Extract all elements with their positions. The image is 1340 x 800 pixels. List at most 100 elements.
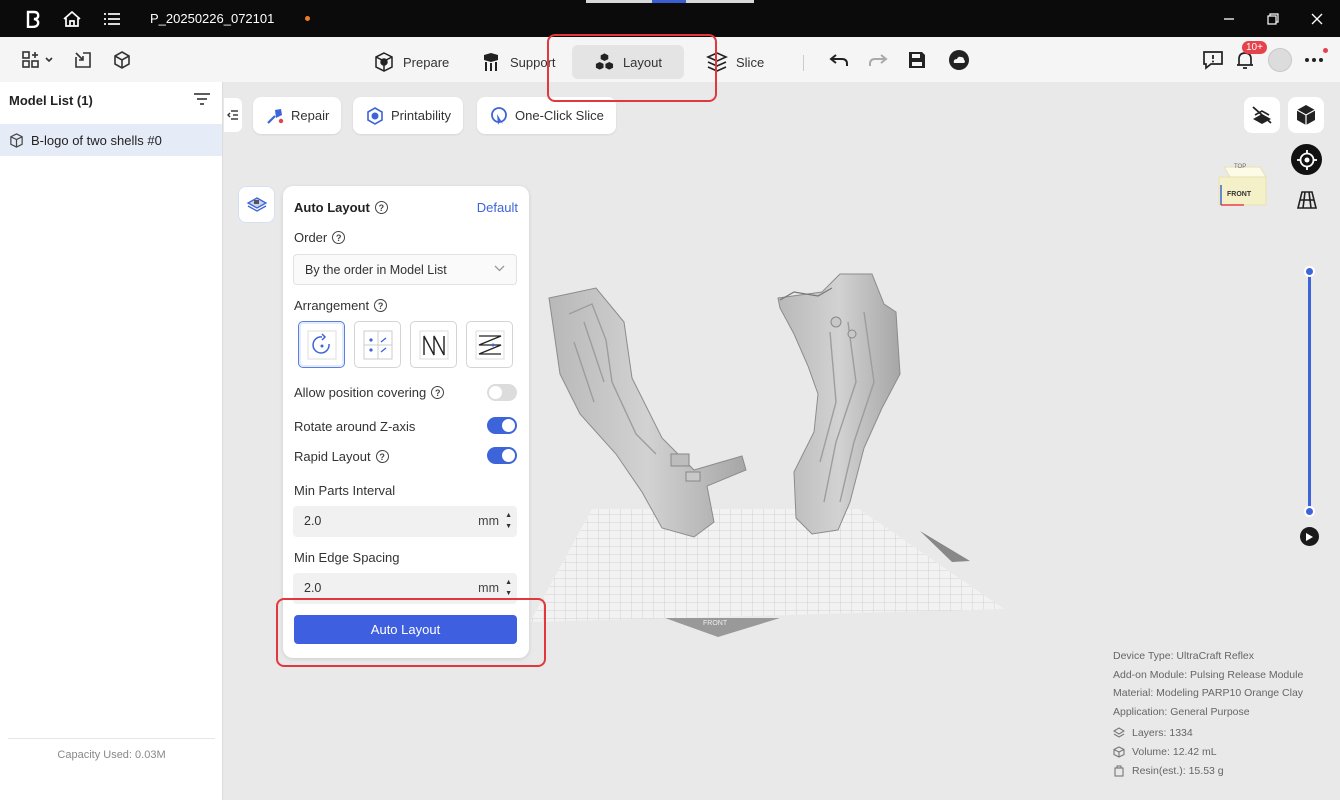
min-parts-interval-input[interactable]: 2.0 mm ▲ ▼: [293, 506, 517, 537]
locate-button[interactable]: [1291, 144, 1322, 175]
chevron-down-icon: [494, 265, 505, 272]
rapid-layout-text: Rapid Layout: [294, 449, 371, 464]
perspective-toggle[interactable]: [1296, 189, 1318, 211]
perspective-grid-icon: [1296, 191, 1318, 209]
min-edge-spacing-input[interactable]: 2.0 mm ▲ ▼: [293, 573, 517, 604]
list-menu-icon[interactable]: [101, 8, 123, 30]
minimize-icon: [1224, 18, 1234, 20]
view-cube[interactable]: TOP FRONT: [1216, 157, 1268, 209]
model-shell-right: [777, 273, 901, 535]
auto-layout-button[interactable]: Auto Layout: [294, 615, 517, 644]
arrangement-snake-button[interactable]: [466, 321, 513, 368]
min-parts-stepper-icon[interactable]: ▲ ▼: [505, 510, 512, 532]
home-icon[interactable]: [61, 8, 83, 30]
main-toolbar: Prepare Support Layout Slice 10+: [0, 37, 1340, 82]
model-library-button[interactable]: [111, 49, 133, 71]
support-icon: [484, 53, 498, 71]
layers-row: Layers: 1334: [1113, 727, 1193, 739]
restore-button[interactable]: [1263, 9, 1283, 29]
arrangement-label-text: Arrangement: [294, 298, 370, 313]
spiral-arrangement-icon: [307, 330, 336, 359]
hide-view-icon: [1252, 106, 1272, 124]
layer-slider-bottom-handle[interactable]: [1304, 506, 1315, 517]
model-shell-left: [548, 287, 747, 538]
volume-value: Volume: 12.42 mL: [1132, 746, 1217, 758]
arrangement-zigzag-button[interactable]: [410, 321, 457, 368]
one-click-slice-button[interactable]: One-Click Slice: [477, 97, 616, 134]
min-edge-stepper-icon[interactable]: ▲ ▼: [505, 577, 512, 599]
title-bar: P_20250226_072101: [0, 0, 1340, 37]
app-logo-icon[interactable]: [22, 8, 44, 30]
addon-module: Add-on Module: Pulsing Release Module: [1113, 669, 1304, 681]
auto-layout-panel: Auto Layout ? Default Order ? By the ord…: [283, 186, 529, 658]
close-button[interactable]: [1307, 9, 1327, 29]
tab-support-label: Support: [510, 54, 556, 70]
rapid-layout-toggle[interactable]: [487, 447, 517, 464]
redo-button[interactable]: [867, 49, 889, 71]
help-icon[interactable]: ?: [374, 201, 388, 214]
tab-prepare[interactable]: Prepare: [373, 45, 449, 79]
min-edge-value: 2.0: [304, 581, 322, 595]
auto-layout-title: Auto Layout ?: [294, 200, 388, 215]
toolbar-divider: [803, 55, 804, 71]
min-parts-label: Min Parts Interval: [294, 483, 395, 498]
auto-layout-tool-icon: [246, 196, 267, 212]
layer-slider-top-handle[interactable]: [1304, 266, 1315, 277]
crosshair-icon: [1296, 149, 1317, 170]
filter-icon[interactable]: [193, 92, 211, 109]
capacity-used: Capacity Used: 0.03M: [57, 749, 166, 761]
collapse-sidebar-button[interactable]: [224, 98, 242, 132]
more-icon: [1305, 58, 1323, 62]
device-type: Device Type: UltraCraft Reflex: [1113, 650, 1255, 662]
view-mode-button[interactable]: [1288, 97, 1324, 133]
project-title: P_20250226_072101: [150, 11, 275, 26]
default-link[interactable]: Default: [477, 200, 518, 215]
more-options-button[interactable]: [1303, 49, 1325, 71]
order-select[interactable]: By the order in Model List: [293, 254, 517, 285]
material: Material: Modeling PARP10 Orange Clay: [1113, 687, 1304, 699]
repair-button[interactable]: Repair: [253, 97, 342, 134]
model-cube-icon: [10, 132, 23, 148]
min-parts-unit: mm: [478, 514, 499, 528]
min-edge-unit: mm: [478, 581, 499, 595]
arrangement-help-icon[interactable]: ?: [374, 299, 388, 312]
min-parts-text: Min Parts Interval: [294, 483, 396, 498]
tab-slice[interactable]: Slice: [706, 45, 764, 79]
tab-prepare-label: Prepare: [403, 54, 450, 70]
auto-layout-tool-button[interactable]: [238, 186, 275, 223]
build-plate: [530, 509, 1004, 637]
play-icon: [1306, 532, 1313, 541]
printability-icon: [367, 106, 383, 125]
layer-slider-track[interactable]: [1308, 271, 1311, 511]
layout-icon: [595, 53, 614, 70]
repair-icon: [267, 108, 284, 124]
rotate-z-toggle[interactable]: [487, 417, 517, 434]
min-parts-value: 2.0: [304, 514, 322, 528]
add-model-menu[interactable]: [20, 49, 56, 71]
allow-covering-toggle[interactable]: [487, 384, 517, 401]
minimize-button[interactable]: [1219, 9, 1239, 29]
cloud-button[interactable]: [948, 49, 970, 71]
model-list-title: Model List (1): [9, 93, 93, 108]
feedback-button[interactable]: [1202, 49, 1224, 71]
tab-layout[interactable]: Layout: [572, 45, 684, 79]
save-button[interactable]: [906, 49, 928, 71]
printability-button[interactable]: Printability: [353, 97, 463, 134]
tab-support[interactable]: Support: [480, 45, 556, 79]
order-help-icon[interactable]: ?: [332, 231, 346, 244]
arrangement-grid-button[interactable]: [354, 321, 401, 368]
allow-covering-help-icon[interactable]: ?: [431, 386, 445, 399]
resin-row: Resin(est.): 15.53 g: [1113, 765, 1224, 777]
arrangement-label: Arrangement ?: [294, 298, 388, 313]
model-name: B-logo of two shells #0: [31, 132, 162, 148]
cube-icon: [114, 51, 130, 69]
rapid-layout-help-icon[interactable]: ?: [375, 450, 389, 463]
play-button[interactable]: [1300, 527, 1319, 546]
hide-supports-button[interactable]: [1244, 97, 1280, 133]
arrangement-spiral-button[interactable]: [298, 321, 345, 368]
user-avatar[interactable]: [1268, 48, 1292, 72]
model-list-item[interactable]: B-logo of two shells #0: [0, 124, 222, 156]
undo-button[interactable]: [828, 49, 850, 71]
volume-row: Volume: 12.42 mL: [1113, 746, 1217, 758]
import-button[interactable]: [72, 49, 94, 71]
